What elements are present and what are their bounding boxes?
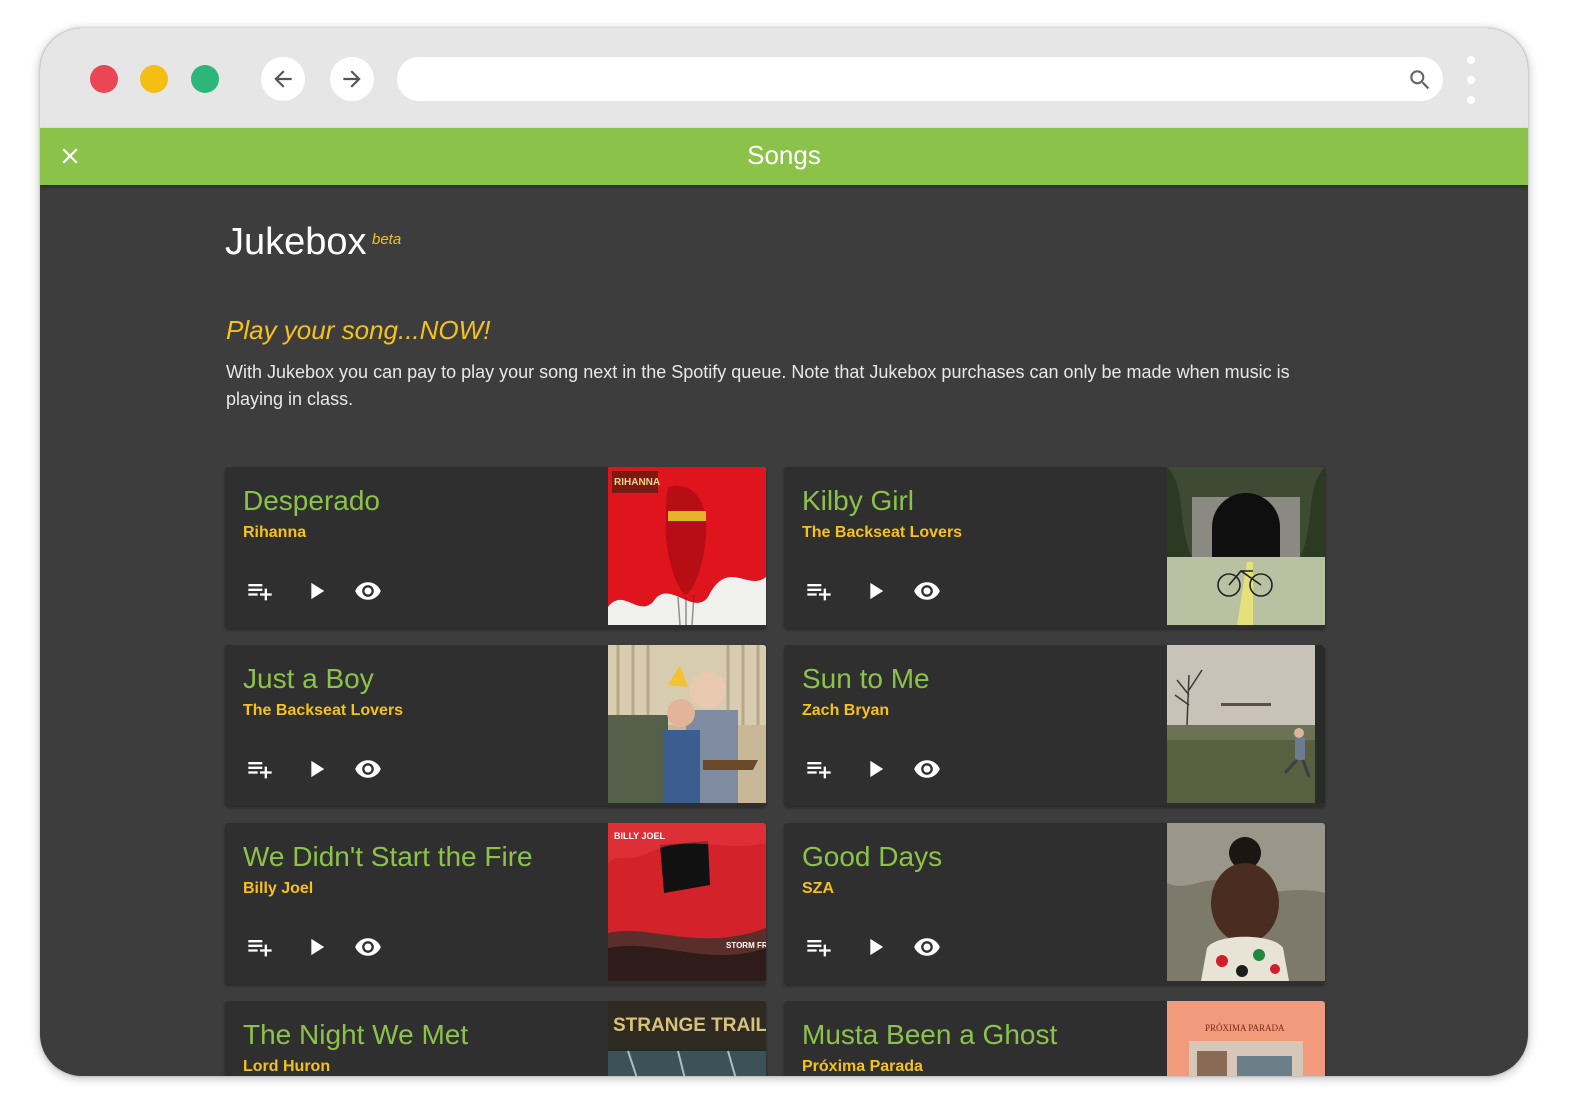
song-artist: Zach Bryan bbox=[802, 702, 890, 719]
eye-icon bbox=[914, 582, 940, 600]
album-art: PRÓXIMA PARADA bbox=[1167, 1001, 1325, 1076]
preview-button[interactable] bbox=[912, 577, 942, 605]
song-card: Musta Been a Ghost Próxima Parada PRÓXIM… bbox=[784, 1001, 1325, 1076]
song-card: Good Days SZA bbox=[784, 823, 1325, 984]
svg-text:BILLY JOEL: BILLY JOEL bbox=[614, 831, 666, 841]
play-icon bbox=[870, 938, 884, 956]
playlist-add-icon bbox=[807, 762, 831, 779]
song-card: Just a Boy The Backseat Lovers bbox=[225, 645, 766, 806]
song-card: Desperado Rihanna RIHANNA bbox=[225, 467, 766, 628]
song-artist: The Backseat Lovers bbox=[243, 702, 404, 719]
forward-button[interactable] bbox=[330, 57, 374, 101]
song-artist: Billy Joel bbox=[243, 880, 314, 897]
play-icon bbox=[870, 582, 884, 600]
song-title: Kilby Girl bbox=[802, 485, 915, 516]
eye-icon bbox=[355, 760, 381, 778]
svg-text:STORM FRONT: STORM FRONT bbox=[726, 941, 766, 950]
song-artist: The Backseat Lovers bbox=[802, 524, 963, 541]
eye-icon bbox=[914, 760, 940, 778]
play-icon bbox=[311, 582, 325, 600]
preview-button[interactable] bbox=[353, 755, 383, 783]
app-bar: Songs bbox=[40, 128, 1528, 185]
add-to-queue-button[interactable] bbox=[804, 577, 834, 605]
play-icon bbox=[870, 760, 884, 778]
minimize-window-button[interactable] bbox=[140, 65, 168, 93]
album-art bbox=[1167, 467, 1325, 625]
eye-icon bbox=[355, 582, 381, 600]
browser-toolbar bbox=[40, 28, 1528, 128]
address-bar[interactable] bbox=[397, 57, 1443, 101]
browser-window: Songs Jukebox beta Play your song...NOW!… bbox=[40, 28, 1528, 1076]
preview-button[interactable] bbox=[353, 933, 383, 961]
description: With Jukebox you can pay to play your so… bbox=[226, 362, 1290, 409]
eye-icon bbox=[914, 938, 940, 956]
svg-text:PRÓXIMA PARADA: PRÓXIMA PARADA bbox=[1205, 1023, 1285, 1033]
add-to-queue-button[interactable] bbox=[804, 933, 834, 961]
song-title: Desperado bbox=[243, 485, 380, 516]
song-title: The Night We Met bbox=[243, 1019, 469, 1050]
song-title: We Didn't Start the Fire bbox=[243, 841, 533, 872]
more-options-icon[interactable] bbox=[1466, 56, 1476, 104]
play-button[interactable] bbox=[860, 577, 890, 605]
svg-text:RIHANNA: RIHANNA bbox=[614, 477, 660, 488]
song-card: The Night We Met Lord Huron STRANGE TRAI… bbox=[225, 1001, 766, 1076]
album-art: RIHANNA bbox=[608, 467, 766, 625]
add-to-queue-button[interactable] bbox=[245, 933, 275, 961]
add-to-queue-button[interactable] bbox=[245, 755, 275, 783]
arrow-right-icon bbox=[343, 70, 361, 88]
play-button[interactable] bbox=[301, 577, 331, 605]
song-artist: Lord Huron bbox=[243, 1058, 331, 1075]
play-icon bbox=[311, 760, 325, 778]
play-button[interactable] bbox=[860, 933, 890, 961]
song-title: Good Days bbox=[802, 841, 943, 872]
song-card: Sun to Me Zach Bryan bbox=[784, 645, 1325, 806]
tagline: Play your song...NOW! bbox=[226, 315, 491, 345]
back-button[interactable] bbox=[261, 57, 305, 101]
song-card: Kilby Girl The Backseat Lovers bbox=[784, 467, 1325, 628]
preview-button[interactable] bbox=[353, 577, 383, 605]
song-artist: Próxima Parada bbox=[802, 1058, 923, 1075]
play-button[interactable] bbox=[301, 755, 331, 783]
song-card: We Didn't Start the Fire Billy Joel BILL… bbox=[225, 823, 766, 984]
main-content: Jukebox beta Play your song...NOW! With … bbox=[40, 185, 1528, 1076]
add-to-queue-button[interactable] bbox=[245, 577, 275, 605]
song-title: Just a Boy bbox=[243, 663, 374, 694]
arrow-left-icon bbox=[274, 70, 292, 88]
page-title: Jukebox bbox=[225, 221, 367, 263]
beta-badge: beta bbox=[372, 231, 402, 248]
maximize-window-button[interactable] bbox=[191, 65, 219, 93]
song-artist: SZA bbox=[802, 880, 834, 897]
eye-icon bbox=[355, 938, 381, 956]
play-button[interactable] bbox=[301, 933, 331, 961]
song-title: Sun to Me bbox=[802, 663, 930, 694]
album-art: STRANGE TRAILS bbox=[608, 1001, 766, 1076]
svg-text:STRANGE TRAILS: STRANGE TRAILS bbox=[613, 1015, 766, 1036]
album-art bbox=[1167, 823, 1325, 981]
song-title: Musta Been a Ghost bbox=[802, 1019, 1058, 1050]
playlist-add-icon bbox=[807, 584, 831, 601]
playlist-add-icon bbox=[807, 940, 831, 957]
preview-button[interactable] bbox=[912, 933, 942, 961]
play-icon bbox=[311, 938, 325, 956]
search-icon[interactable] bbox=[1407, 67, 1433, 93]
album-art bbox=[1167, 645, 1325, 803]
playlist-add-icon bbox=[248, 762, 272, 779]
preview-button[interactable] bbox=[912, 755, 942, 783]
playlist-add-icon bbox=[248, 584, 272, 601]
appbar-title: Songs bbox=[747, 140, 821, 170]
song-artist: Rihanna bbox=[243, 524, 307, 541]
close-window-button[interactable] bbox=[90, 65, 118, 93]
album-art: BILLY JOEL STORM FRONT bbox=[608, 823, 766, 981]
add-to-queue-button[interactable] bbox=[804, 755, 834, 783]
playlist-add-icon bbox=[248, 940, 272, 957]
play-button[interactable] bbox=[860, 755, 890, 783]
album-art bbox=[608, 645, 766, 803]
